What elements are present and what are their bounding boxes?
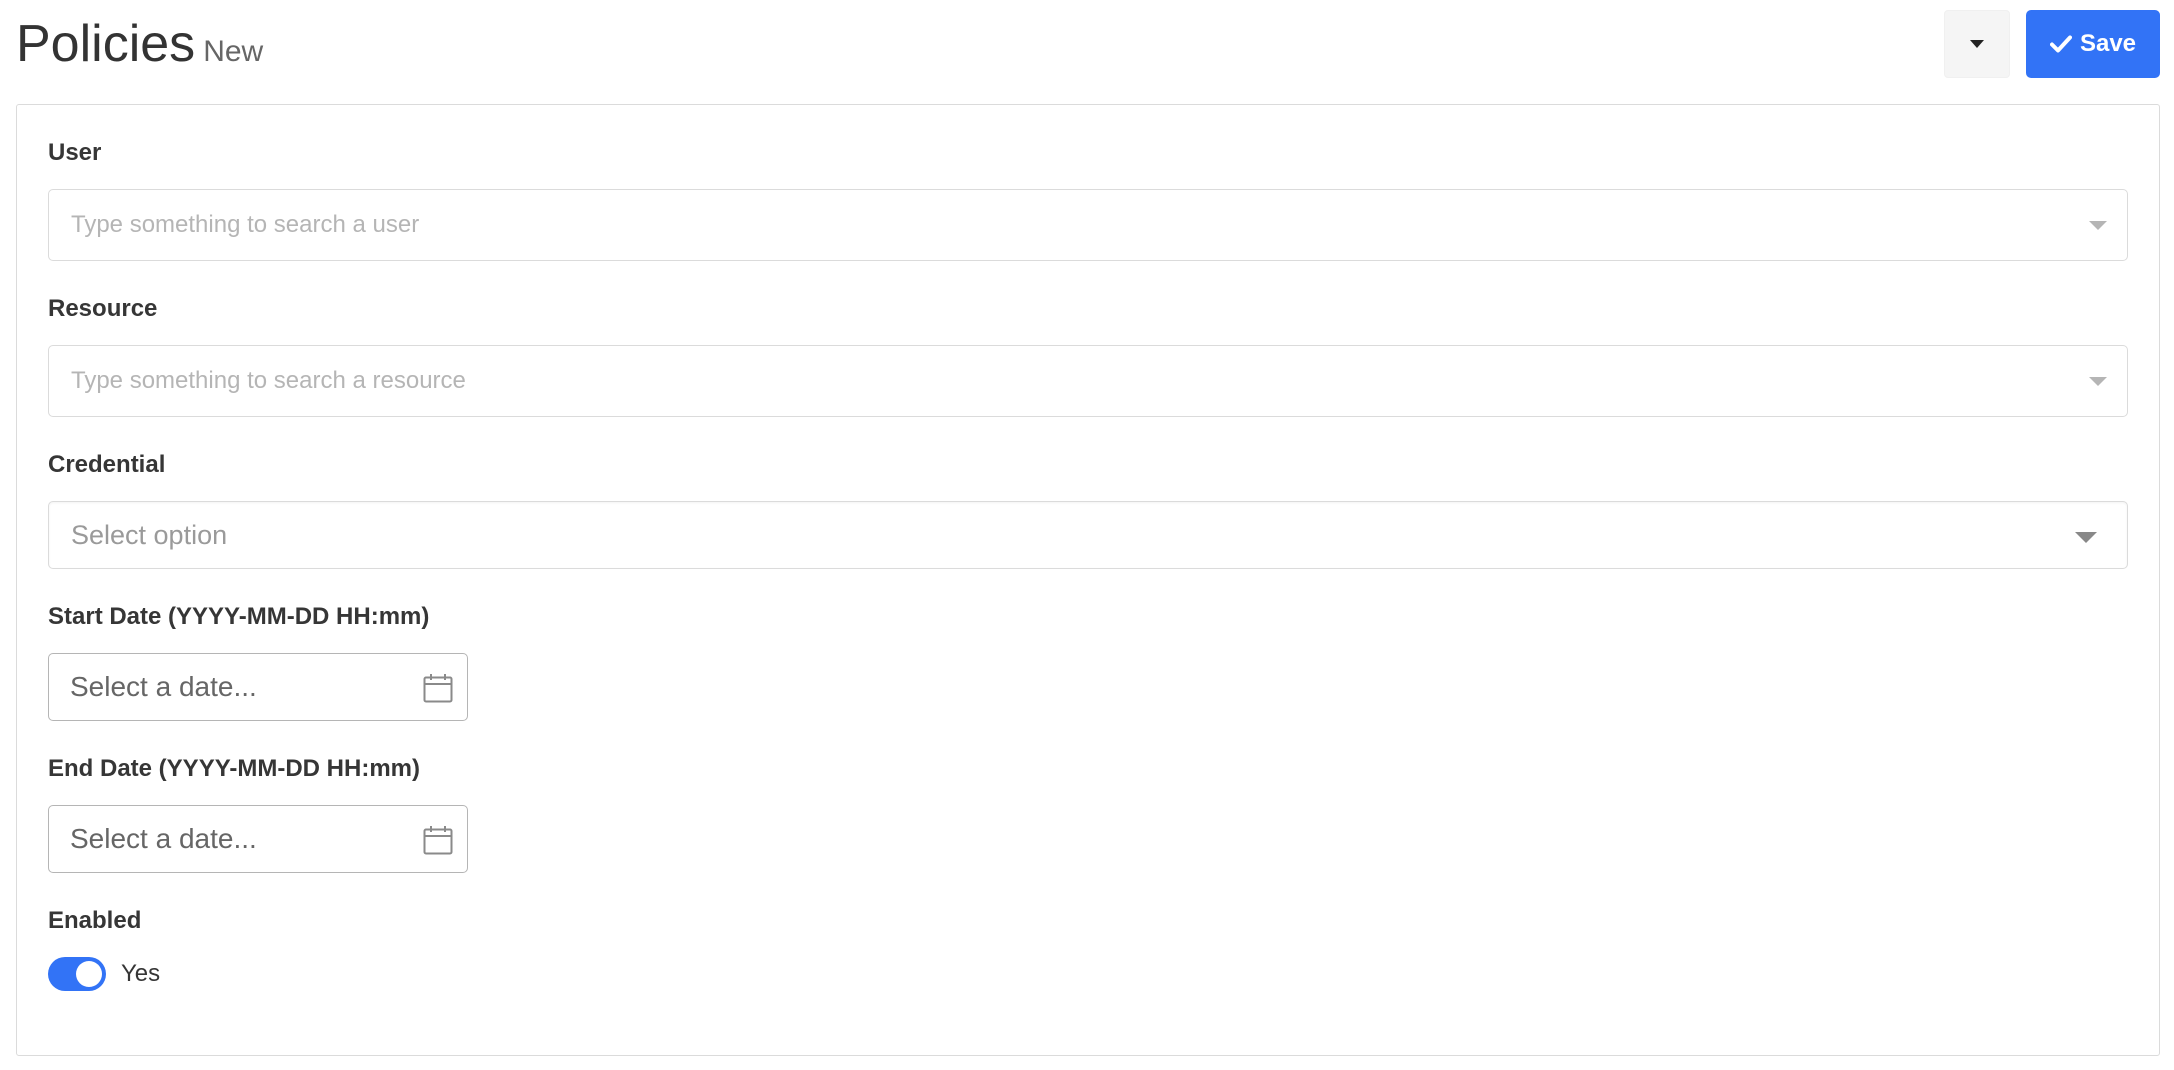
credential-label: Credential bbox=[48, 451, 166, 478]
more-actions-dropdown-button[interactable] bbox=[1944, 10, 2010, 78]
user-search-select[interactable]: Type something to search a user bbox=[48, 189, 2128, 261]
credential-select[interactable]: Select option bbox=[48, 501, 2128, 569]
save-button-label: Save bbox=[2079, 30, 2137, 57]
enabled-label: Enabled bbox=[48, 907, 142, 934]
save-button[interactable]: Save bbox=[2026, 10, 2160, 78]
page-subtitle: New bbox=[203, 35, 264, 68]
resource-search-select[interactable]: Type something to search a resource bbox=[48, 345, 2128, 417]
end-date-placeholder: Select a date... bbox=[70, 823, 257, 854]
policy-form-card: User Type something to search a user Res… bbox=[16, 104, 2160, 1056]
toggle-knob bbox=[76, 961, 102, 987]
calendar-icon bbox=[423, 673, 453, 708]
page-title-text: Policies bbox=[16, 15, 196, 73]
user-search-placeholder: Type something to search a user bbox=[71, 211, 420, 238]
enabled-toggle-label: Yes bbox=[121, 960, 161, 987]
enabled-toggle[interactable] bbox=[48, 957, 106, 991]
chevron-down-icon bbox=[2089, 377, 2107, 386]
resource-label: Resource bbox=[48, 295, 158, 322]
calendar-icon bbox=[423, 825, 453, 860]
caret-down-icon bbox=[1970, 40, 1984, 48]
credential-select-placeholder: Select option bbox=[71, 520, 228, 550]
page-title: Policies New bbox=[16, 14, 263, 82]
start-date-picker[interactable]: Select a date... bbox=[48, 653, 468, 721]
start-date-placeholder: Select a date... bbox=[70, 671, 257, 702]
end-date-label: End Date (YYYY-MM-DD HH:mm) bbox=[48, 755, 421, 782]
chevron-down-icon bbox=[2075, 532, 2097, 543]
end-date-picker[interactable]: Select a date... bbox=[48, 805, 468, 873]
chevron-down-icon bbox=[2089, 221, 2107, 230]
resource-search-placeholder: Type something to search a resource bbox=[71, 367, 466, 394]
check-icon bbox=[2049, 35, 2072, 53]
user-label: User bbox=[48, 139, 102, 166]
start-date-label: Start Date (YYYY-MM-DD HH:mm) bbox=[48, 603, 430, 630]
page-header: Policies New Save bbox=[0, 0, 2174, 100]
